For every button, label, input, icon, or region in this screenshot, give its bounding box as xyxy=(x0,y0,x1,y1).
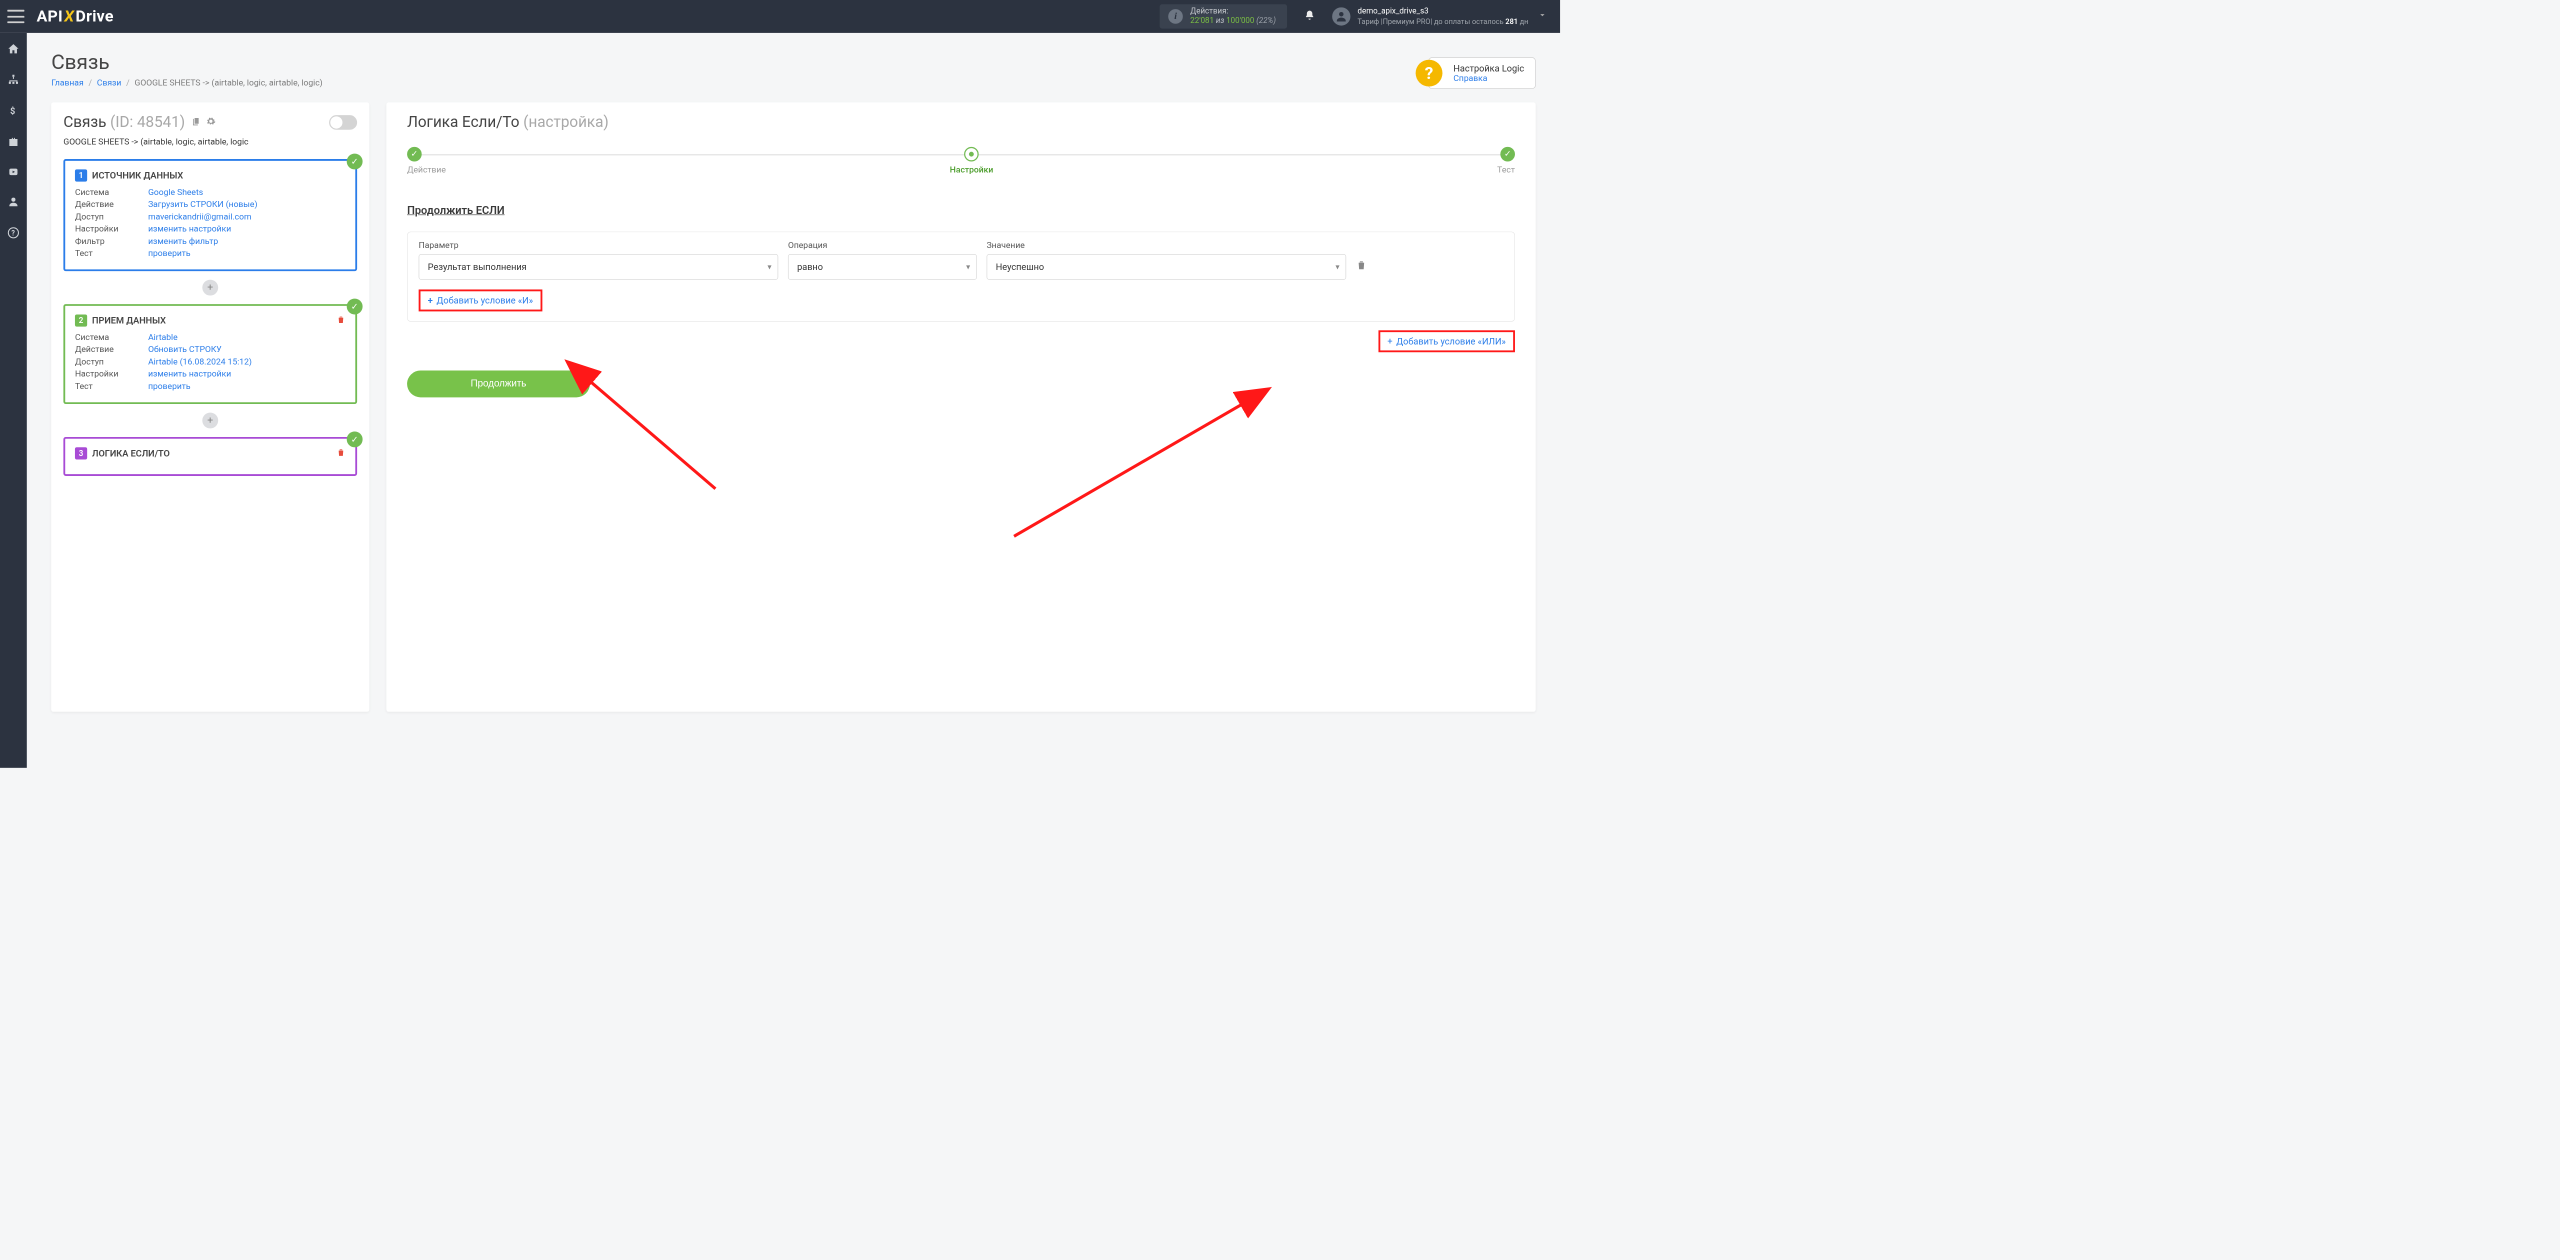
continue-button[interactable]: Продолжить xyxy=(407,371,590,398)
copy-icon[interactable] xyxy=(191,116,201,128)
actions-counter[interactable]: i Действия: 22'081 из 100'000 (22%) xyxy=(1160,4,1287,29)
left-panel: Связь (ID: 48541) GOOGLE SHEETS -> (airt… xyxy=(51,102,369,711)
add-and-condition-button[interactable]: +Добавить условие «И» xyxy=(419,289,542,311)
nav-connections-icon[interactable] xyxy=(7,74,19,89)
right-title: Логика Если/То (настройка) xyxy=(407,113,1515,131)
hamburger-menu-icon[interactable] xyxy=(7,10,24,23)
card-number: 3 xyxy=(75,447,87,459)
step-done-icon[interactable]: ✓ xyxy=(1500,147,1515,162)
card-link[interactable]: Загрузить СТРОКИ (новые) xyxy=(148,200,257,210)
annotation-arrow xyxy=(1002,390,1264,551)
card-source: ✓ 1ИСТОЧНИК ДАННЫХ СистемаGoogle Sheets … xyxy=(63,159,357,271)
logo-text: API xyxy=(37,7,63,25)
step-progress: ✓ Действие Настройки ✓ Тест xyxy=(407,147,1515,175)
step-done-icon[interactable]: ✓ xyxy=(407,147,422,162)
card-link[interactable]: изменить настройки xyxy=(148,369,231,379)
card-number: 2 xyxy=(75,314,87,326)
add-or-condition-button[interactable]: +Добавить условие «ИЛИ» xyxy=(1378,330,1515,352)
operation-select[interactable]: равно▾ xyxy=(788,254,977,280)
breadcrumb-current: GOOGLE SHEETS -> (airtable, logic, airta… xyxy=(135,78,323,88)
card-link[interactable]: проверить xyxy=(148,381,190,391)
actions-pct: (22%) xyxy=(1256,16,1276,25)
breadcrumb-links[interactable]: Связи xyxy=(97,78,121,88)
help-box: ? Настройка Logic Справка xyxy=(1428,57,1535,89)
connection-subtitle: GOOGLE SHEETS -> (airtable, logic, airta… xyxy=(63,137,357,147)
help-question-icon[interactable]: ? xyxy=(1416,60,1443,87)
right-panel: Логика Если/То (настройка) ✓ Действие Нас… xyxy=(386,102,1535,711)
section-heading: Продолжить ЕСЛИ xyxy=(407,204,1515,217)
add-step-button[interactable]: + xyxy=(202,413,218,429)
check-icon: ✓ xyxy=(347,154,363,170)
card-link[interactable]: Airtable (16.08.2024 15:12) xyxy=(148,357,252,367)
gear-icon[interactable] xyxy=(206,116,216,128)
trash-icon[interactable] xyxy=(336,448,345,460)
avatar-icon xyxy=(1332,7,1350,25)
plus-icon: + xyxy=(1387,336,1392,347)
user-tariff: Тариф |Премиум PRO| до оплаты осталось 2… xyxy=(1358,17,1529,26)
bell-icon[interactable] xyxy=(1304,9,1315,23)
check-icon: ✓ xyxy=(347,299,363,315)
logo-text2: Drive xyxy=(75,7,113,25)
nav-help-icon[interactable]: ? xyxy=(7,227,19,242)
step-current-icon[interactable] xyxy=(964,147,979,162)
actions-of: из xyxy=(1216,16,1224,25)
nav-video-icon[interactable] xyxy=(7,167,19,180)
connection-toggle[interactable] xyxy=(329,115,357,130)
user-block[interactable]: demo_apix_drive_s3 Тариф |Премиум PRO| д… xyxy=(1332,7,1528,26)
nav-briefcase-icon[interactable] xyxy=(7,136,19,151)
card-title-text: ЛОГИКА ЕСЛИ/ТО xyxy=(92,448,170,459)
field-label: Значение xyxy=(987,241,1347,251)
card-link[interactable]: maverickandrii@gmail.com xyxy=(148,212,251,222)
card-destination: ✓ 2ПРИЕМ ДАННЫХ СистемаAirtable Действие… xyxy=(63,304,357,404)
logo-x: X xyxy=(64,7,74,25)
actions-label: Действия: xyxy=(1190,7,1276,17)
breadcrumb: Главная/Связи/GOOGLE SHEETS -> (airtable… xyxy=(51,78,322,88)
card-link[interactable]: Обновить СТРОКУ xyxy=(148,345,222,355)
add-step-button[interactable]: + xyxy=(202,280,218,296)
logo[interactable]: APIXDrive xyxy=(37,7,114,25)
card-link[interactable]: изменить фильтр xyxy=(148,236,218,246)
plus-icon: + xyxy=(428,295,433,306)
card-title-text: ПРИЕМ ДАННЫХ xyxy=(92,315,166,326)
breadcrumb-home[interactable]: Главная xyxy=(51,78,83,88)
chevron-down-icon: ▾ xyxy=(768,262,772,271)
check-icon: ✓ xyxy=(347,431,363,447)
side-nav: $ ? xyxy=(0,33,27,768)
chevron-down-icon[interactable] xyxy=(1538,11,1547,22)
svg-text:?: ? xyxy=(11,228,15,237)
card-logic: ✓ 3ЛОГИКА ЕСЛИ/ТО xyxy=(63,437,357,476)
card-title-text: ИСТОЧНИК ДАННЫХ xyxy=(92,170,183,181)
trash-icon[interactable] xyxy=(336,315,345,327)
step-label: Настройки xyxy=(950,165,993,175)
user-name: demo_apix_drive_s3 xyxy=(1358,7,1529,17)
card-link[interactable]: проверить xyxy=(148,249,190,259)
annotation-arrow xyxy=(575,367,733,504)
actions-max: 100'000 xyxy=(1226,16,1254,25)
step-label: Тест xyxy=(1497,165,1515,175)
nav-user-icon[interactable] xyxy=(7,196,19,211)
help-title: Настройка Logic xyxy=(1453,63,1524,74)
card-link[interactable]: Airtable xyxy=(148,333,178,343)
field-label: Операция xyxy=(788,241,977,251)
card-link[interactable]: Google Sheets xyxy=(148,188,203,198)
top-header: APIXDrive i Действия: 22'081 из 100'000 … xyxy=(0,0,1560,33)
help-link[interactable]: Справка xyxy=(1453,74,1524,84)
connection-title: Связь (ID: 48541) xyxy=(63,113,185,131)
svg-text:$: $ xyxy=(10,106,15,117)
field-label: Параметр xyxy=(419,241,779,251)
info-icon: i xyxy=(1168,9,1183,24)
nav-home-icon[interactable] xyxy=(7,43,19,58)
condition-block: Параметр Результат выполнения▾ Операция … xyxy=(407,232,1515,322)
card-link[interactable]: изменить настройки xyxy=(148,224,231,234)
chevron-down-icon: ▾ xyxy=(966,262,970,271)
trash-icon[interactable] xyxy=(1356,260,1367,280)
actions-current: 22'081 xyxy=(1190,16,1214,25)
nav-money-icon[interactable]: $ xyxy=(9,105,19,120)
value-select[interactable]: Неуспешно▾ xyxy=(987,254,1347,280)
card-number: 1 xyxy=(75,169,87,181)
chevron-down-icon: ▾ xyxy=(1335,262,1339,271)
page-title: Связь xyxy=(51,50,322,74)
param-select[interactable]: Результат выполнения▾ xyxy=(419,254,779,280)
step-label: Действие xyxy=(407,165,446,175)
